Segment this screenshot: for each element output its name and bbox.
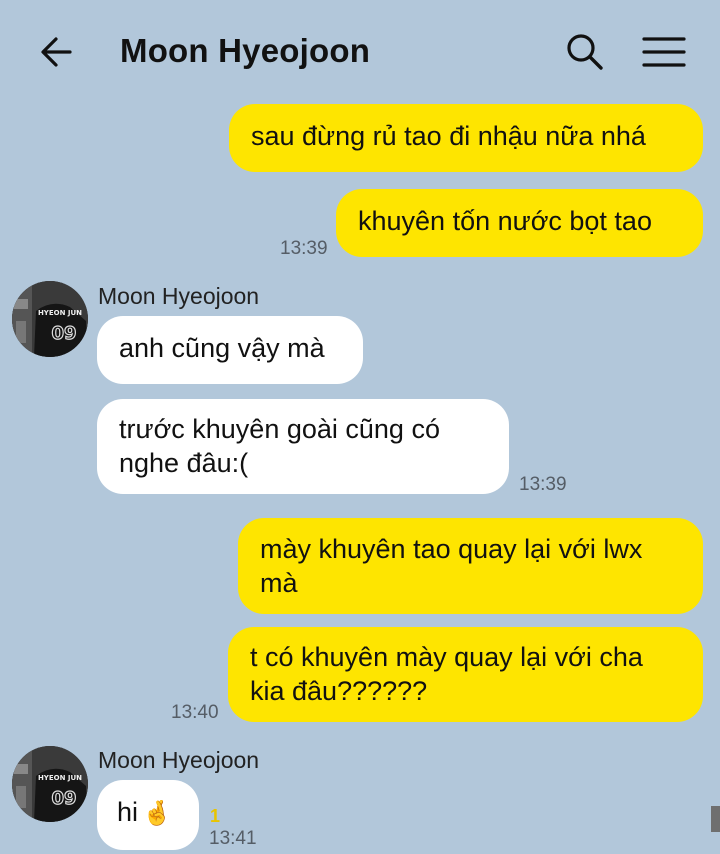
avatar[interactable]: HYEON JUN 09 bbox=[12, 746, 88, 822]
hamburger-menu-icon[interactable] bbox=[640, 30, 688, 74]
message-text-line: nghe đâu:( bbox=[119, 448, 249, 478]
message-timestamp: 13:40 bbox=[171, 702, 219, 723]
unread-count: 1 bbox=[210, 806, 221, 826]
message-text: sau đừng rủ tao đi nhậu nữa nhá bbox=[251, 121, 646, 151]
message-bubble-sent[interactable]: t có khuyên mày quay lại với cha kia đâu… bbox=[228, 627, 703, 722]
svg-text:HYEON JUN: HYEON JUN bbox=[38, 774, 82, 782]
svg-text:09: 09 bbox=[51, 323, 76, 344]
message-text: khuyên tốn nước bọt tao bbox=[358, 206, 652, 236]
message-bubble-received[interactable]: anh cũng vậy mà bbox=[97, 316, 363, 384]
avatar-image: HYEON JUN 09 bbox=[12, 746, 88, 822]
sender-name: Moon Hyeojoon bbox=[98, 283, 260, 309]
message-text: anh cũng vậy mà bbox=[119, 333, 325, 363]
svg-text:HYEON JUN: HYEON JUN bbox=[38, 309, 82, 317]
sender-name: Moon Hyeojoon bbox=[98, 747, 260, 773]
message-text-line: t có khuyên mày quay lại với cha bbox=[250, 642, 643, 672]
chat-header: Moon Hyeojoon bbox=[0, 0, 720, 100]
message-bubble-received[interactable]: hi 🤞 bbox=[97, 780, 199, 850]
message-text: hi bbox=[117, 797, 139, 827]
message-bubble-sent[interactable]: sau đừng rủ tao đi nhậu nữa nhá bbox=[229, 104, 703, 172]
avatar[interactable]: HYEON JUN 09 bbox=[12, 281, 88, 357]
chat-title: Moon Hyeojoon bbox=[120, 32, 371, 69]
arrow-left-icon[interactable] bbox=[36, 30, 80, 74]
message-text-line: mày khuyên tao quay lại với lwx bbox=[260, 534, 643, 564]
svg-text:09: 09 bbox=[51, 788, 76, 809]
message-timestamp: 13:41 bbox=[209, 828, 257, 849]
message-timestamp: 13:39 bbox=[519, 474, 567, 495]
message-bubble-received[interactable]: trước khuyên goài cũng có nghe đâu:( bbox=[97, 399, 509, 494]
search-icon[interactable] bbox=[562, 30, 606, 74]
message-bubble-sent[interactable]: khuyên tốn nước bọt tao bbox=[336, 189, 703, 257]
message-text-line: trước khuyên goài cũng có bbox=[119, 414, 440, 444]
message-text-line: kia đâu?????? bbox=[250, 676, 428, 706]
message-timestamp: 13:39 bbox=[280, 238, 328, 259]
avatar-image: HYEON JUN 09 bbox=[12, 281, 88, 357]
crossed-fingers-icon: 🤞 bbox=[142, 800, 172, 827]
message-text-line: mà bbox=[260, 568, 298, 598]
scrollbar-thumb[interactable] bbox=[711, 806, 720, 832]
message-bubble-sent[interactable]: mày khuyên tao quay lại với lwx mà bbox=[238, 518, 703, 614]
